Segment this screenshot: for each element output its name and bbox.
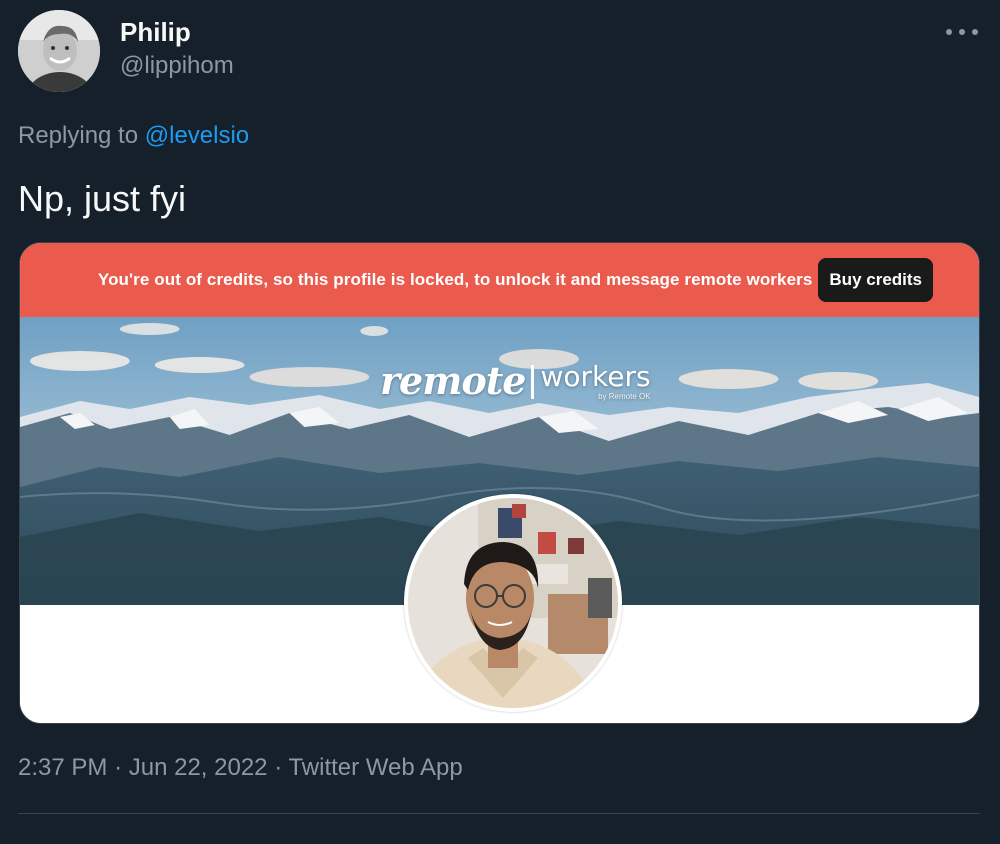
meta-separator: ·: [114, 754, 123, 781]
tweet: Philip @lippihom Replying to @levelsio N…: [0, 0, 1000, 844]
credits-banner: You're out of credits, so this profile i…: [20, 243, 979, 317]
author-names: Philip @lippihom: [120, 10, 234, 82]
logo-script-text: remote: [380, 358, 526, 403]
more-horizontal-icon[interactable]: [946, 22, 978, 42]
credits-banner-text: You're out of credits, so this profile i…: [97, 270, 813, 289]
logo-divider: [531, 365, 535, 399]
author-display-name[interactable]: Philip: [120, 16, 234, 48]
media-card[interactable]: You're out of credits, so this profile i…: [19, 242, 980, 724]
divider: [18, 813, 980, 814]
meta-separator: ·: [274, 754, 283, 781]
replying-prefix: Replying to: [18, 122, 139, 149]
tweet-header: Philip @lippihom: [18, 10, 234, 92]
logo-workers-text: workers: [540, 360, 651, 393]
replying-to: Replying to @levelsio: [18, 122, 249, 150]
tweet-meta: 2:37 PM · Jun 22, 2022 · Twitter Web App: [18, 754, 463, 782]
more-dot: [972, 29, 978, 35]
more-dot: [959, 29, 965, 35]
more-dot: [946, 29, 952, 35]
logo-words: workers by Remote OK: [540, 360, 651, 402]
reply-mention-link[interactable]: @levelsio: [145, 122, 249, 149]
buy-credits-button[interactable]: Buy credits: [818, 258, 933, 302]
tweet-timestamp-link[interactable]: 2:37 PM: [18, 754, 107, 781]
profile-photo[interactable]: [404, 494, 622, 712]
tweet-source-link[interactable]: Twitter Web App: [288, 754, 462, 781]
tweet-text: Np, just fyi: [18, 178, 187, 219]
logo-byline: by Remote OK: [598, 392, 651, 401]
tweet-date-link[interactable]: Jun 22, 2022: [129, 754, 268, 781]
author-avatar[interactable]: [18, 10, 100, 92]
author-handle[interactable]: @lippihom: [120, 50, 234, 82]
remote-workers-logo: remote workers by Remote OK: [380, 358, 651, 403]
